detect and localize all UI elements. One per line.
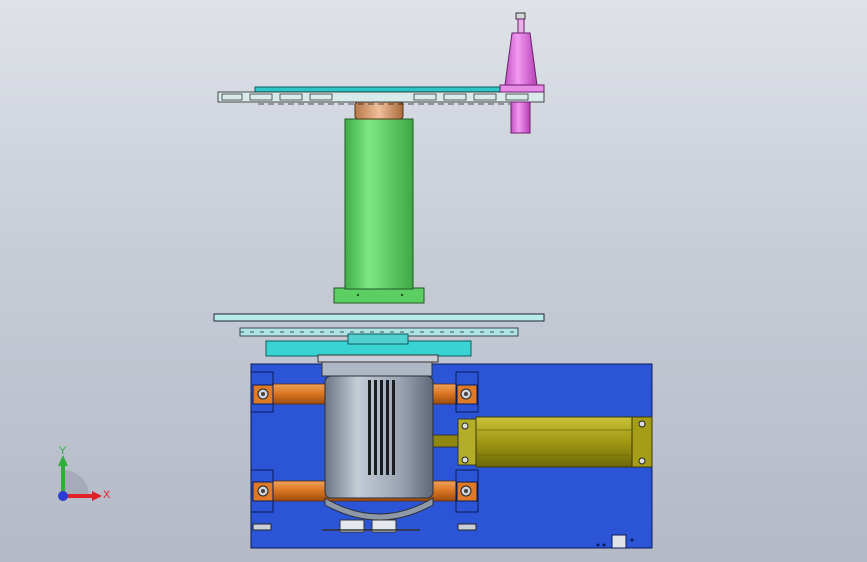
rod-support-right-upper[interactable] <box>455 371 479 413</box>
tool-magazine-disc[interactable] <box>217 86 545 105</box>
lower-plate[interactable] <box>213 313 545 322</box>
triad-y-label: Y <box>59 445 67 457</box>
cad-model-canvas[interactable]: Y X <box>0 0 867 562</box>
triad-icon <box>58 455 102 501</box>
servo-motor[interactable] <box>431 416 653 468</box>
bearing-cap[interactable] <box>354 101 404 120</box>
column-base-ring[interactable] <box>333 287 425 304</box>
motor-coupling[interactable] <box>317 354 439 363</box>
model-viewport[interactable]: Y X <box>0 0 867 562</box>
triad-x-label: X <box>103 489 111 501</box>
rod-support-left-upper[interactable] <box>250 371 274 413</box>
tool-holder[interactable] <box>499 12 545 134</box>
main-column[interactable] <box>344 118 414 290</box>
rod-support-left-lower[interactable] <box>250 469 274 513</box>
rod-support-right-lower[interactable] <box>455 469 479 513</box>
